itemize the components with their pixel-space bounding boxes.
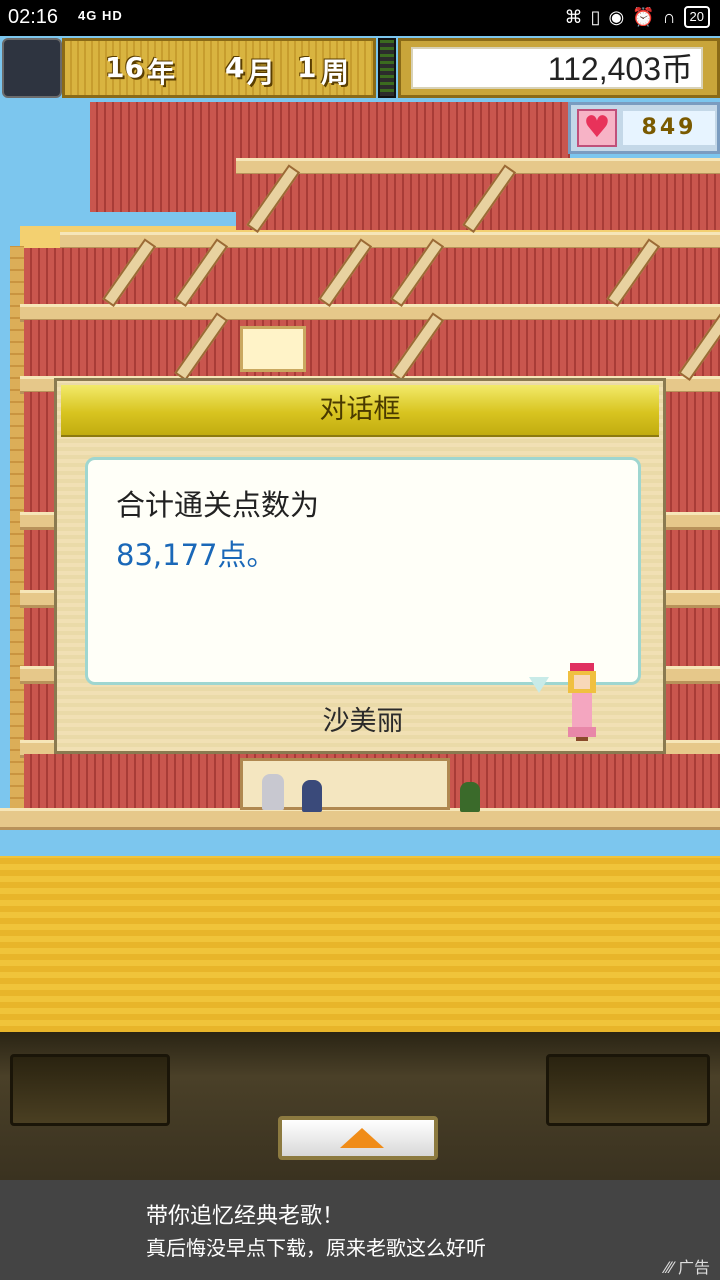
speaker-portrait [568,663,596,741]
ad-label: ⁄⁄⁄ 广告 [665,1254,710,1278]
hearts-value: 849 [623,111,715,145]
message-line-1: 合计通关点数为 [116,488,320,522]
heart-icon: ♥ [577,109,617,147]
lock-rotation-icon: ◉ [608,6,625,27]
alarm-icon: ⏰ [632,6,655,27]
ad-label-text: 广告 [677,1258,710,1277]
floor-row [24,320,720,376]
time-gauge [378,38,396,98]
date-week-unit: 周 [321,56,350,89]
date-display: 16 年 4 月 1 周 [62,38,376,98]
dialog-header: 对话框 [61,385,659,437]
speech-tail [529,677,549,693]
dialog-box[interactable]: 对话框 合计通关点数为 83,177点。 沙美丽 [54,378,666,754]
up-arrow-icon [340,1128,384,1148]
dialog-message: 合计通关点数为 83,177点。 [85,457,641,685]
date-month: 4 [225,51,245,84]
status-icons: ⌘ ▯ ◉ ⏰ ∩ 20 [565,6,710,28]
visitor-sprite[interactable] [460,782,480,812]
ad-subline: 真后悔没早点下载，原来老歌这么好听 [146,1236,486,1260]
vibrate-icon: ▯ [590,6,601,27]
message-points: 83,177点。 [116,538,276,572]
date-year-unit: 年 [147,56,176,89]
money-display: 112,403币 [398,38,720,98]
money-value: 112,403币 [411,47,703,89]
desert-ground [0,856,720,1032]
date-month-unit: 月 [247,56,276,89]
doorway [240,326,306,372]
date-week: 1 [297,51,317,84]
right-panel-button[interactable] [546,1054,710,1126]
ad-headline: 带你追忆经典老歌！ [146,1204,345,1229]
dialog-title: 对话框 [319,394,401,425]
visitor-sprite[interactable] [302,780,322,812]
left-panel-button[interactable] [10,1054,170,1126]
control-panel [0,1032,720,1180]
status-time: 02:16 [8,6,59,28]
network-indicator: 4G HD [78,8,123,23]
status-bar: 02:16 4G HD ⌘ ▯ ◉ ⏰ ∩ 20 [0,0,720,36]
menu-avatar-button[interactable] [2,38,62,98]
battery-icon: 20 [683,6,710,28]
building-left-wall [10,246,24,821]
gamepad-icon: ⌘ [564,6,583,27]
headphone-icon: ∩ [662,6,676,27]
date-year: 16 [105,51,144,84]
expand-menu-button[interactable] [278,1116,438,1160]
ad-banner[interactable]: 带你追忆经典老歌！ 真后悔没早点下载，原来老歌这么好听 ⁄⁄⁄ 广告 [0,1180,720,1280]
ground-beam [0,808,720,830]
visitor-sprite[interactable] [262,774,284,810]
hearts-display[interactable]: ♥ 849 [568,102,720,154]
ad-logo-icon: ⁄⁄⁄ [664,1258,678,1277]
